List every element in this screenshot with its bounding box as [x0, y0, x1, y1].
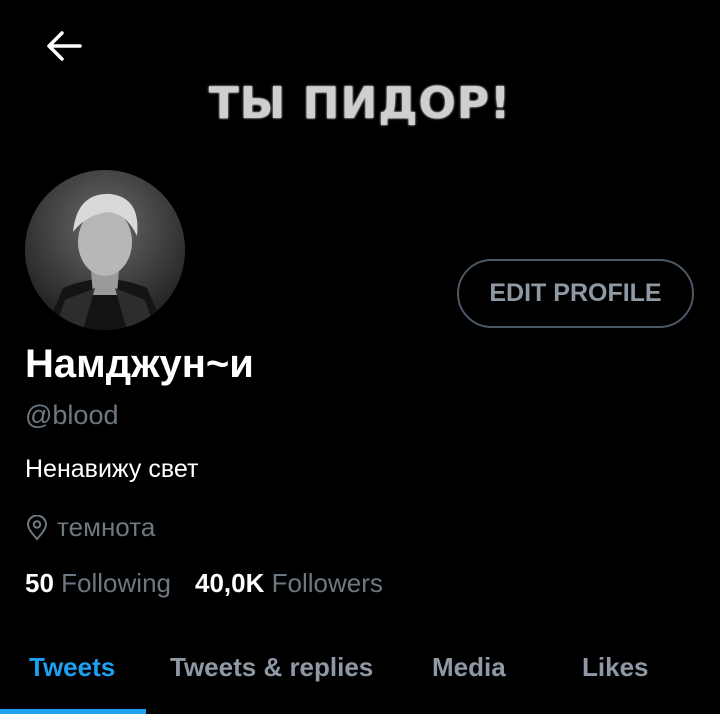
- avatar-image: [25, 170, 185, 330]
- location: темнота: [25, 512, 155, 543]
- tab-media[interactable]: Media: [432, 652, 506, 683]
- following-count: 50: [25, 568, 54, 598]
- active-tab-indicator: [0, 709, 146, 714]
- banner-text: ТЫ ПИДОР!: [208, 78, 512, 129]
- bio: Ненавижу свет: [25, 455, 199, 483]
- display-name: Намджун~и: [25, 342, 254, 386]
- followers-count: 40,0K: [194, 568, 265, 598]
- profile-tabs: Tweets Tweets & replies Media Likes: [0, 632, 720, 714]
- avatar[interactable]: [25, 170, 185, 330]
- tab-tweets[interactable]: Tweets: [29, 652, 115, 683]
- location-pin-icon: [26, 514, 48, 541]
- following-label: Following: [61, 568, 171, 598]
- following-stat[interactable]: 50 Following: [25, 568, 171, 599]
- tab-tweets-replies[interactable]: Tweets & replies: [170, 652, 373, 683]
- user-handle: @blood: [25, 400, 119, 430]
- followers-stat[interactable]: 40,0K Followers: [195, 568, 383, 599]
- back-button[interactable]: [40, 26, 88, 66]
- followers-label: Followers: [271, 568, 383, 598]
- edit-profile-button[interactable]: EDIT PROFILE: [457, 259, 694, 328]
- location-text: темнота: [57, 512, 156, 542]
- profile-stats: 50 Following 40,0K Followers: [25, 568, 383, 599]
- tab-likes[interactable]: Likes: [582, 652, 649, 683]
- arrow-left-icon: [47, 31, 82, 61]
